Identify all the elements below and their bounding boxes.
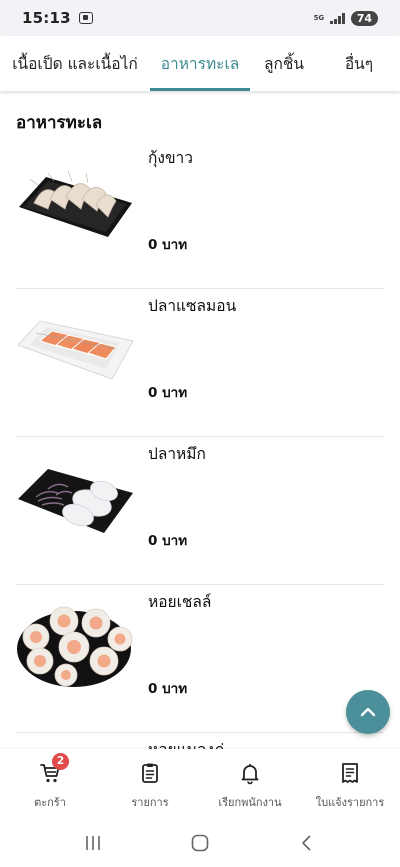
nav-label: เรียกพนักงาน	[218, 796, 282, 809]
product-price: 0 บาท	[148, 533, 188, 549]
scroll-to-top-button[interactable]	[346, 690, 390, 734]
bottom-nav: 2 ตะกร้า รายการ เรียกพนักงาน ใบแจ้งรายกา…	[0, 749, 400, 819]
tab-meatballs[interactable]: ลูกชิ้น	[250, 36, 318, 91]
status-indicators: 5G 74	[313, 10, 378, 26]
chevron-up-icon	[360, 707, 376, 717]
product-name: ปลาแซลมอน	[148, 297, 237, 315]
nav-label: ตะกร้า	[34, 796, 66, 809]
product-name: ปลาหมึก	[148, 445, 206, 463]
nav-label: ใบแจ้งรายการ	[315, 796, 385, 809]
shrimp-image	[19, 170, 132, 237]
product-price: 0 บาท	[148, 237, 188, 253]
product-name: กุ้งขาว	[148, 149, 193, 167]
category-tabs: เนื้อเป็ด และเนื้อไก่ อาหารทะเล ลูกชิ้น …	[0, 36, 400, 91]
product-price: 0 บาท	[148, 385, 188, 401]
cart-count-badge: 2	[52, 753, 69, 770]
status-time: 15:13	[22, 9, 71, 27]
network-type: 5G	[313, 13, 325, 22]
product-name: หอยเชลล์	[148, 593, 212, 611]
clipboard-icon	[138, 761, 162, 785]
product-item[interactable]: กุ้งขาว 0 บาท	[16, 141, 384, 289]
scallop-image	[17, 606, 133, 687]
tab-others[interactable]: อื่นๆ	[318, 36, 400, 91]
squid-image	[18, 469, 133, 533]
section-title: อาหารทะเล	[16, 113, 103, 133]
receipt-icon	[338, 761, 362, 785]
nav-receipt[interactable]: ใบแจ้งรายการ	[300, 749, 400, 819]
home-icon[interactable]	[190, 833, 210, 853]
signal-icon	[330, 12, 345, 24]
nav-label: รายการ	[131, 796, 169, 809]
tab-duck-chicken[interactable]: เนื้อเป็ด และเนื้อไก่	[0, 36, 150, 91]
screenshot-indicator-icon	[78, 12, 93, 24]
nav-cart[interactable]: 2 ตะกร้า	[0, 749, 100, 819]
product-name: หอยแมลงภู่	[148, 737, 224, 749]
recent-apps-icon[interactable]	[83, 834, 103, 852]
salmon-image	[17, 320, 134, 380]
system-nav-bar	[0, 819, 400, 867]
product-item[interactable]: หอยแมลงภู่	[16, 733, 384, 749]
nav-orders[interactable]: รายการ	[100, 749, 200, 819]
tab-seafood[interactable]: อาหารทะเล	[150, 36, 250, 91]
cart-icon: 2	[38, 753, 69, 785]
product-price: 0 บาท	[148, 681, 188, 697]
status-bar: 15:13 5G 74	[0, 0, 400, 36]
bell-icon	[238, 761, 262, 785]
product-item[interactable]: หอยเชลล์ 0 บาท	[16, 585, 384, 733]
battery-icon: 74	[350, 10, 378, 26]
product-item[interactable]: ปลาแซลมอน 0 บาท	[16, 289, 384, 437]
back-icon[interactable]	[297, 833, 317, 853]
product-item[interactable]: ปลาหมึก 0 บาท	[16, 437, 384, 585]
product-list[interactable]: อาหารทะเล กุ้งขาว 0 บาท ปลาแซลมอน 0 บาท …	[0, 91, 400, 749]
nav-call-staff[interactable]: เรียกพนักงาน	[200, 749, 300, 819]
